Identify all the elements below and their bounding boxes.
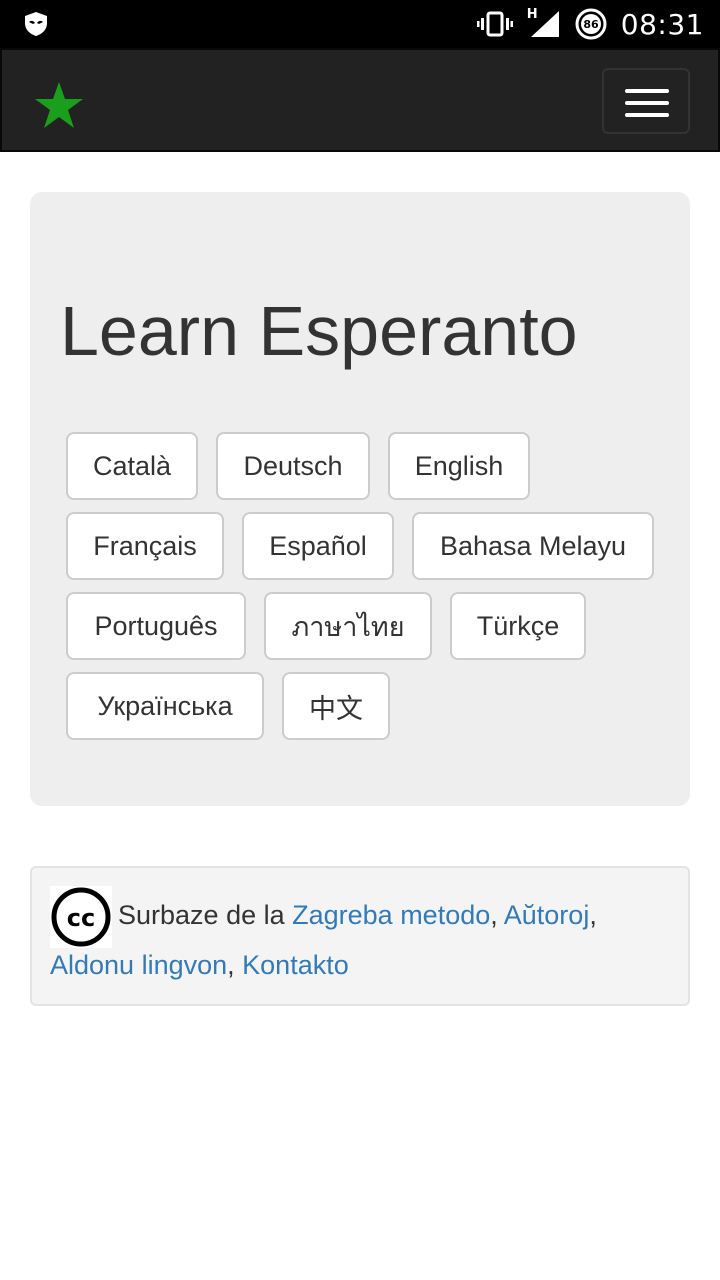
credits-line-2: Aldonu lingvon, Kontakto	[50, 948, 349, 982]
language-button-turkce[interactable]: Türkçe	[450, 592, 586, 660]
language-button-thai[interactable]: ภาษาไทย	[264, 592, 432, 660]
language-button-espanol[interactable]: Español	[242, 512, 394, 580]
signal-icon: H	[526, 7, 561, 39]
separator: ,	[490, 900, 504, 930]
status-bar: H 86 08:31	[0, 0, 720, 48]
status-time: 08:31	[620, 7, 704, 41]
shield-app-icon	[25, 12, 47, 36]
credits-line-1: Surbaze de la Zagreba metodo, Aŭtoroj,	[118, 898, 597, 932]
contact-link[interactable]: Kontakto	[242, 950, 349, 980]
page-title: Learn Esperanto	[60, 292, 578, 370]
language-button-portugues[interactable]: Português	[66, 592, 246, 660]
hamburger-bar	[625, 101, 669, 105]
trailing-comma: ,	[589, 900, 597, 930]
hamburger-menu-icon	[625, 89, 669, 93]
language-row: Français Español Bahasa Melayu	[66, 512, 654, 580]
add-language-link[interactable]: Aldonu lingvon	[50, 950, 227, 980]
language-button-deutsch[interactable]: Deutsch	[216, 432, 370, 500]
authors-link[interactable]: Aŭtoroj	[504, 900, 590, 930]
language-button-catala[interactable]: Català	[66, 432, 198, 500]
vibrate-icon	[476, 11, 513, 37]
battery-icon: 86	[575, 8, 607, 40]
language-button-bahasa-melayu[interactable]: Bahasa Melayu	[412, 512, 654, 580]
svg-text:cc: cc	[67, 904, 95, 932]
language-row: Català Deutsch English	[66, 432, 530, 500]
language-button-chinese[interactable]: 中文	[282, 672, 390, 740]
language-row: Українська 中文	[66, 672, 390, 740]
language-button-english[interactable]: English	[388, 432, 530, 500]
hero-panel: Learn Esperanto Català Deutsch English F…	[30, 192, 690, 806]
menu-toggle-button[interactable]	[602, 68, 690, 134]
footer-credits: cc Surbaze de la Zagreba metodo, Aŭtoroj…	[30, 866, 690, 1006]
zagreb-method-link[interactable]: Zagreba metodo	[292, 900, 490, 930]
navbar	[0, 48, 720, 152]
creative-commons-icon[interactable]: cc	[50, 886, 112, 948]
green-star-icon[interactable]	[34, 80, 84, 130]
separator: ,	[227, 950, 243, 980]
language-row: Português ภาษาไทย Türkçe	[66, 592, 586, 660]
hamburger-bar	[625, 113, 669, 117]
battery-level: 86	[583, 18, 599, 31]
credits-prefix: Surbaze de la	[118, 900, 293, 930]
language-button-ukrainska[interactable]: Українська	[66, 672, 264, 740]
network-type-label: H	[526, 7, 538, 22]
language-button-francais[interactable]: Français	[66, 512, 224, 580]
